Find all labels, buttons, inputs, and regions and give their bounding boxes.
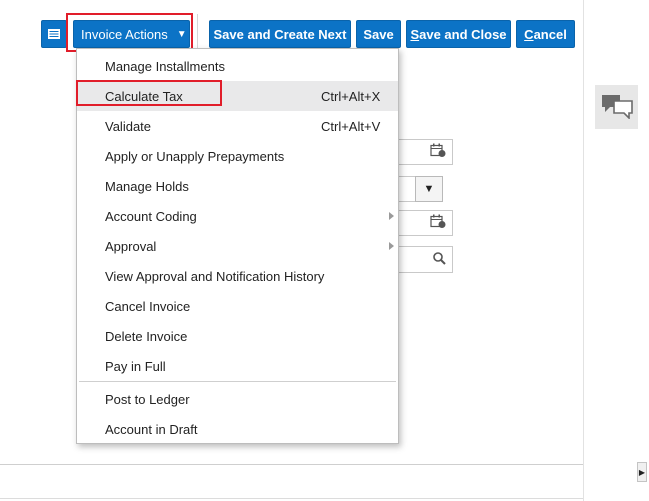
list-view-button[interactable] — [41, 20, 67, 48]
menu-item-label: Calculate Tax — [105, 88, 183, 104]
save-label: Save — [363, 26, 394, 42]
menu-item-label: Validate — [105, 118, 152, 134]
menu-item-label: Account in Draft — [105, 421, 198, 437]
date-field-1[interactable] — [395, 139, 453, 165]
menu-item-manage-holds[interactable]: Manage Holds — [77, 171, 398, 201]
search-field[interactable] — [395, 246, 453, 273]
menu-separator — [79, 381, 396, 382]
menu-item-label: Delete Invoice — [105, 328, 188, 344]
menu-item-account-in-draft[interactable]: Account in Draft — [77, 414, 398, 444]
cancel-button[interactable]: Cancel — [516, 20, 575, 48]
menu-item-label: Manage Installments — [105, 58, 225, 74]
menu-item-post-to-ledger[interactable]: Post to Ledger — [77, 384, 398, 414]
menu-item-cancel-invoice[interactable]: Cancel Invoice — [77, 291, 398, 321]
menu-item-label: Pay in Full — [105, 358, 166, 374]
chat-icon — [600, 93, 634, 122]
save-and-create-next-label: Save and Create Next — [213, 26, 347, 42]
menu-item-approval[interactable]: Approval — [77, 231, 398, 261]
chat-button[interactable] — [595, 85, 638, 129]
menu-item-label: Apply or Unapply Prepayments — [105, 148, 285, 164]
section-divider — [0, 464, 583, 465]
invoice-actions-label: Invoice Actions — [81, 26, 168, 42]
invoice-actions-menu: Manage Installments Calculate Tax Ctrl+Al… — [76, 48, 399, 444]
menu-item-validate[interactable]: Validate Ctrl+Alt+V — [77, 111, 398, 141]
search-icon[interactable] — [433, 251, 446, 268]
menu-item-pay-in-full[interactable]: Pay in Full — [77, 351, 398, 381]
menu-item-account-coding[interactable]: Account Coding — [77, 201, 398, 231]
menu-item-shortcut: Ctrl+Alt+X — [321, 88, 381, 104]
menu-item-label: Post to Ledger — [105, 391, 190, 407]
panel-divider — [583, 0, 584, 501]
submenu-arrow-icon — [389, 242, 394, 250]
select-dropdown-button[interactable]: ▼ — [415, 176, 443, 202]
calendar-icon[interactable] — [430, 214, 446, 232]
menu-item-label: Account Coding — [105, 208, 197, 224]
toolbar-divider — [197, 14, 198, 50]
calendar-icon[interactable] — [430, 143, 446, 161]
chevron-right-icon: ▶ — [638, 467, 646, 477]
invoice-actions-button[interactable]: Invoice Actions ▼ — [73, 20, 190, 48]
panel-expand-handle[interactable]: ▶ — [637, 462, 647, 482]
menu-item-view-approval-history[interactable]: View Approval and Notification History — [77, 261, 398, 291]
section-divider-bottom — [0, 498, 583, 499]
menu-item-label: Manage Holds — [105, 178, 189, 194]
date-field-2[interactable] — [395, 210, 453, 236]
menu-item-shortcut: Ctrl+Alt+V — [321, 118, 381, 134]
menu-item-apply-unapply-prepayments[interactable]: Apply or Unapply Prepayments — [77, 141, 398, 171]
menu-item-label: Approval — [105, 238, 157, 254]
menu-item-label: View Approval and Notification History — [105, 268, 325, 284]
save-and-close-label: Save and Close — [410, 26, 507, 42]
menu-item-calculate-tax[interactable]: Calculate Tax Ctrl+Alt+X — [77, 81, 398, 111]
save-button[interactable]: Save — [356, 20, 401, 48]
menu-item-label: Cancel Invoice — [105, 298, 191, 314]
cancel-label: Cancel — [524, 26, 567, 42]
menu-item-delete-invoice[interactable]: Delete Invoice — [77, 321, 398, 351]
list-icon — [48, 29, 60, 39]
chevron-down-icon: ▼ — [176, 28, 187, 40]
save-and-create-next-button[interactable]: Save and Create Next — [209, 20, 351, 48]
save-and-close-button[interactable]: Save and Close — [406, 20, 511, 48]
submenu-arrow-icon — [389, 212, 394, 220]
menu-item-manage-installments[interactable]: Manage Installments — [77, 51, 398, 81]
chevron-down-icon: ▼ — [423, 183, 435, 195]
